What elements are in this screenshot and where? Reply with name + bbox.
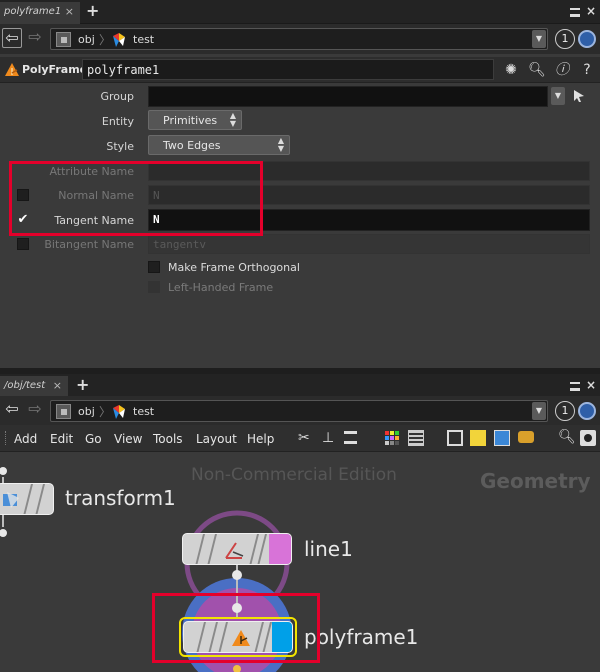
group-label: Group	[100, 90, 135, 103]
add-tab-button[interactable]: +	[76, 375, 92, 395]
tab-label: polyframe1	[4, 6, 62, 17]
tree-icon[interactable]: ⊥	[322, 430, 338, 446]
node-type-label: PolyFrame	[22, 63, 88, 76]
sticky-note-icon[interactable]	[470, 430, 486, 446]
transform1-node[interactable]	[0, 483, 54, 515]
left-handed-checkbox[interactable]	[148, 281, 160, 293]
eye-icon[interactable]	[580, 430, 596, 446]
node-name-field[interactable]: polyframe1	[82, 59, 494, 80]
pin-button[interactable]: 1	[555, 29, 575, 49]
image-icon[interactable]	[494, 430, 510, 446]
path-field[interactable]: obj 〉 test ▼	[50, 400, 548, 422]
line1-node[interactable]	[182, 533, 292, 565]
bitangent-name-value: tangentv	[153, 238, 206, 251]
add-tab-button[interactable]: +	[86, 1, 102, 21]
geometry-network-icon	[113, 33, 125, 47]
path-segment-test[interactable]: test	[133, 405, 154, 418]
forward-arrow-icon[interactable]: ⇨	[25, 400, 45, 420]
close-icon[interactable]: ×	[586, 378, 596, 392]
path-dropdown-button[interactable]: ▼	[532, 30, 546, 48]
network-pane-tabbar: /obj/test × + ×	[0, 374, 600, 398]
link-icon[interactable]	[578, 30, 596, 48]
tab-obj-test[interactable]: /obj/test ×	[0, 376, 68, 398]
entity-menu-value: Primitives	[163, 114, 218, 127]
path-segment-obj[interactable]: obj	[78, 405, 95, 418]
menu-edit[interactable]: Edit	[50, 432, 73, 446]
style-menu-value: Two Edges	[163, 139, 221, 152]
close-icon[interactable]: ×	[586, 4, 596, 18]
tab-label: /obj/test	[4, 380, 46, 391]
wrench-icon[interactable]: ✂	[298, 430, 314, 446]
path-dropdown-button[interactable]: ▼	[532, 402, 546, 420]
polyframe-icon	[5, 63, 19, 76]
tab-close-icon[interactable]: ×	[53, 379, 62, 392]
pin-button[interactable]: 1	[555, 401, 575, 421]
node-header: PolyFrame polyframe1 ✺ 🔍︎ ⓘ ?	[0, 57, 600, 83]
link-icon[interactable]	[578, 402, 596, 420]
node-name-polyframe1[interactable]: polyframe1	[304, 625, 418, 649]
entity-menu[interactable]: Primitives ▲ ▼	[148, 110, 242, 130]
network-menubar: Add Edit Go View Tools Layout Help ✂ ⊥ 🔍…	[0, 425, 600, 452]
make-orthogonal-checkbox[interactable]	[148, 261, 160, 273]
hamburger-icon[interactable]	[570, 8, 580, 17]
info-icon[interactable]: ⓘ	[553, 61, 571, 79]
param-pane-tabbar: polyframe1 × + ×	[0, 0, 600, 24]
menu-help[interactable]: Help	[247, 432, 274, 446]
obj-network-icon	[56, 32, 71, 47]
color-palette-icon[interactable]	[384, 430, 400, 446]
entity-label: Entity	[101, 115, 134, 128]
template-flag[interactable]	[269, 534, 291, 564]
forward-arrow-icon[interactable]: ⇨	[25, 28, 45, 48]
search-icon[interactable]: 🔍︎	[558, 429, 576, 445]
node-name-line1[interactable]: line1	[304, 537, 353, 561]
style-label: Style	[106, 140, 134, 153]
left-handed-label: Left-Handed Frame	[168, 281, 274, 294]
hamburger-icon[interactable]	[570, 382, 580, 391]
menu-go[interactable]: Go	[85, 432, 102, 446]
network-pane-pathbar: ⇦ ⇨ obj 〉 test ▼ 1	[0, 396, 600, 426]
path-segment-obj[interactable]: obj	[78, 33, 95, 46]
path-field[interactable]: obj 〉 test ▼	[50, 28, 548, 50]
menu-updown-icon: ▲ ▼	[229, 111, 236, 128]
path-segment-test[interactable]: test	[133, 33, 154, 46]
help-icon[interactable]: ?	[578, 61, 596, 79]
network-box-icon[interactable]	[447, 430, 463, 446]
group-dropdown-button[interactable]: ▼	[551, 87, 565, 105]
list-icon[interactable]	[344, 431, 357, 444]
style-menu[interactable]: Two Edges ▲ ▼	[148, 135, 290, 155]
back-arrow-icon[interactable]: ⇦	[2, 28, 22, 48]
line-icon	[225, 542, 244, 559]
annotation-highlight-box	[9, 161, 263, 236]
menu-add[interactable]: Add	[14, 432, 37, 446]
geometry-network-icon	[113, 405, 125, 419]
group-field[interactable]	[148, 86, 548, 107]
menu-layout[interactable]: Layout	[196, 432, 237, 446]
dot-icon[interactable]	[518, 431, 534, 443]
shape-palette-icon[interactable]	[408, 430, 424, 446]
menu-tools[interactable]: Tools	[153, 432, 183, 446]
make-orthogonal-label: Make Frame Orthogonal	[168, 261, 300, 274]
back-arrow-icon[interactable]: ⇦	[2, 400, 22, 420]
path-separator-icon: 〉	[99, 33, 112, 47]
menu-view[interactable]: View	[114, 432, 142, 446]
obj-network-icon	[56, 404, 71, 419]
tab-close-icon[interactable]: ×	[65, 5, 74, 18]
node-name-transform1[interactable]: transform1	[65, 486, 176, 510]
transform-icon	[3, 492, 19, 508]
parameter-editor: Group ▼ Entity Primitives ▲ ▼ Style Two E…	[0, 84, 600, 368]
path-separator-icon: 〉	[99, 405, 112, 419]
search-icon[interactable]: 🔍︎	[528, 61, 546, 79]
select-arrow-icon[interactable]	[573, 89, 585, 103]
gear-icon[interactable]: ✺	[502, 61, 520, 79]
param-pane-pathbar: ⇦ ⇨ obj 〉 test ▼ 1	[0, 24, 600, 54]
bitangent-name-label: Bitangent Name	[44, 238, 134, 251]
network-editor[interactable]: Non-Commercial Edition Geometry transfor…	[0, 453, 600, 672]
tab-polyframe1[interactable]: polyframe1 ×	[0, 2, 80, 24]
annotation-highlight-box	[152, 593, 320, 663]
menu-updown-icon: ▲ ▼	[277, 136, 284, 153]
bitangent-name-field: tangentv	[148, 234, 590, 254]
grip-handle[interactable]	[5, 431, 7, 445]
